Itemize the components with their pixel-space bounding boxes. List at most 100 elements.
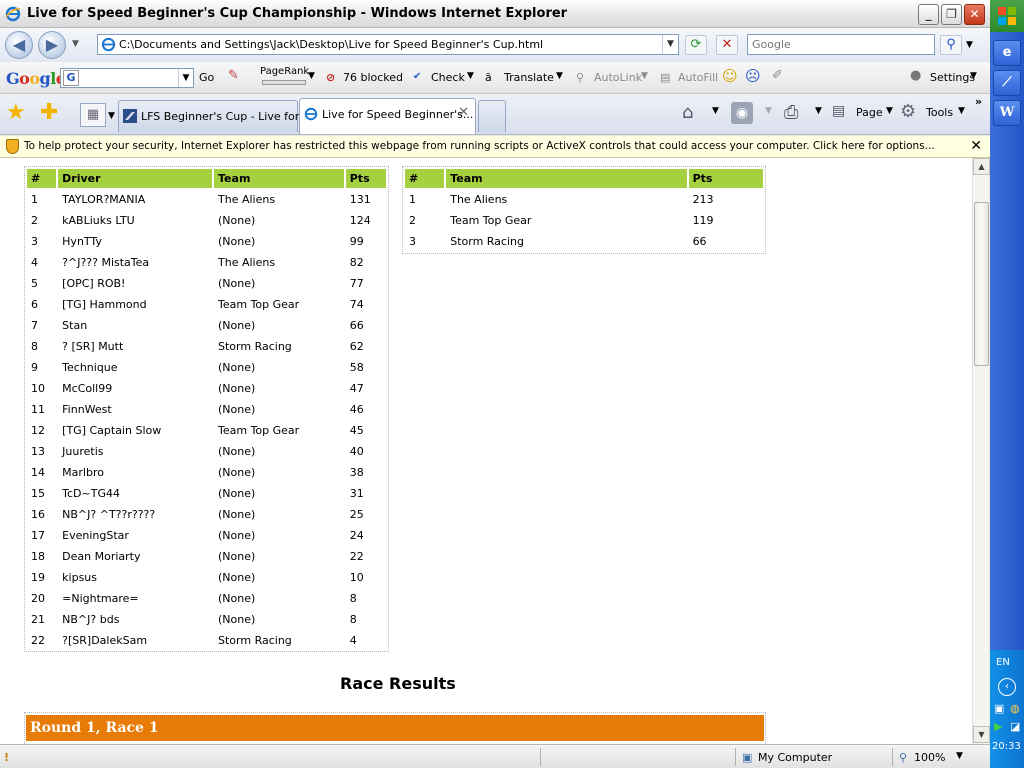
- settings-button[interactable]: Settings: [930, 71, 975, 84]
- address-dropdown-icon[interactable]: ▼: [662, 35, 678, 54]
- points-cell: 66: [349, 319, 364, 332]
- highlight-icon[interactable]: ✐: [772, 68, 783, 83]
- points-cell: 4: [349, 634, 357, 647]
- google-go-button[interactable]: Go: [199, 71, 214, 84]
- autolink-dropdown-icon[interactable]: ▼: [641, 71, 648, 81]
- points-cell: 38: [349, 466, 364, 479]
- rank-cell: 1: [31, 193, 38, 206]
- google-logo[interactable]: Google: [6, 69, 66, 88]
- scrollbar-thumb[interactable]: [974, 202, 989, 366]
- check-dropdown-icon[interactable]: ▼: [467, 71, 474, 81]
- print-icon[interactable]: ⎙: [784, 102, 798, 123]
- pagerank-label[interactable]: PageRank: [260, 66, 309, 77]
- quick-tabs-button[interactable]: ▦: [80, 103, 106, 127]
- team-cell: The Aliens: [218, 193, 276, 206]
- search-input[interactable]: [748, 35, 928, 54]
- pagerank-dropdown-icon[interactable]: ▼: [308, 71, 315, 81]
- zoom-level[interactable]: 100%: [914, 751, 945, 764]
- infobar-close-icon[interactable]: ✕: [970, 138, 982, 154]
- driver-cell: Dean Moriarty: [62, 550, 141, 563]
- title-bar: Live for Speed Beginner's Cup Championsh…: [0, 0, 990, 28]
- rank-cell: 2: [31, 214, 38, 227]
- google-search-input[interactable]: G ▼: [60, 68, 194, 88]
- home-icon[interactable]: ⌂: [682, 102, 693, 123]
- safely-remove-icon[interactable]: ◪: [1010, 720, 1020, 733]
- language-indicator[interactable]: EN: [996, 657, 1010, 668]
- team-cell: The Aliens: [218, 256, 276, 269]
- tray-expand-icon[interactable]: ‹: [998, 678, 1016, 696]
- taskbar-word-button[interactable]: W: [993, 100, 1021, 126]
- media-play-icon[interactable]: ▶: [994, 720, 1002, 733]
- translate-button[interactable]: Translate: [504, 71, 554, 84]
- bookmark-icon[interactable]: ✎: [228, 68, 239, 83]
- search-box[interactable]: [747, 34, 935, 55]
- table-row: 21 NB^J? bds (None) 8: [27, 610, 386, 629]
- back-button[interactable]: ◀: [5, 31, 33, 59]
- system-clock[interactable]: 20:33: [992, 741, 1021, 752]
- rank-cell: 1: [409, 193, 416, 206]
- zoom-dropdown-icon[interactable]: ▼: [956, 751, 963, 761]
- tab-live-for-speed-beginners[interactable]: Live for Speed Beginner's... ✕: [299, 98, 476, 134]
- scroll-down-icon[interactable]: ▼: [973, 726, 990, 743]
- security-message[interactable]: To help protect your security, Internet …: [24, 140, 935, 152]
- spellcheck-icon: ✔: [413, 71, 422, 82]
- add-favorites-icon[interactable]: ✚: [40, 102, 58, 124]
- driver-cell: ?^J??? MistaTea: [62, 256, 150, 269]
- security-info-bar[interactable]: To help protect your security, Internet …: [0, 136, 990, 158]
- google-search-dropdown-icon[interactable]: ▼: [178, 69, 193, 87]
- autolink-button[interactable]: AutoLink: [594, 71, 642, 84]
- autofill-button[interactable]: AutoFill: [678, 71, 718, 84]
- points-cell: 24: [349, 529, 364, 542]
- points-cell: 58: [349, 361, 364, 374]
- check-button[interactable]: Check: [431, 71, 465, 84]
- print-dropdown-icon[interactable]: ▼: [815, 106, 822, 116]
- minimize-button[interactable]: _: [918, 4, 939, 25]
- taskbar-ie-button[interactable]: e: [993, 40, 1021, 66]
- table-header-row: # Driver Team Pts: [27, 169, 386, 188]
- vote-sad-icon[interactable]: ☹: [745, 67, 761, 85]
- favorites-star-icon[interactable]: ★: [6, 102, 26, 124]
- new-tab-button[interactable]: [478, 100, 506, 132]
- rank-cell: 9: [31, 361, 38, 374]
- tray-app-icon[interactable]: ◍: [1010, 702, 1020, 715]
- toolbar-overflow-icon[interactable]: »: [975, 95, 982, 108]
- popup-blocked-count[interactable]: 76 blocked: [343, 71, 403, 84]
- refresh-button[interactable]: ⟳: [685, 35, 707, 55]
- history-dropdown-icon[interactable]: ▼: [72, 39, 79, 49]
- feeds-dropdown-icon[interactable]: ▼: [765, 106, 772, 116]
- rank-cell: 21: [31, 613, 45, 626]
- forward-button[interactable]: ▶: [38, 31, 66, 59]
- team-standings-panel: # Team Pts 1 The Aliens 213 2 Team Top Gear 1…: [402, 166, 766, 254]
- maximize-button[interactable]: ❐: [941, 4, 962, 25]
- taskbar-lfs-button[interactable]: ⟋: [993, 70, 1021, 96]
- team-cell: (None): [218, 445, 256, 458]
- tab-list-dropdown-icon[interactable]: ▼: [108, 111, 115, 121]
- status-bar: ! ▣ My Computer ⚲ 100% ▼: [0, 744, 990, 768]
- tools-menu-button[interactable]: Tools: [926, 106, 953, 119]
- network-icon[interactable]: ▣: [994, 702, 1004, 715]
- search-button[interactable]: ⚲: [940, 35, 962, 55]
- close-button[interactable]: ✕: [964, 4, 985, 25]
- team-cell: (None): [218, 592, 256, 605]
- tab-close-icon[interactable]: ✕: [458, 105, 469, 120]
- address-input[interactable]: C:\Documents and Settings\Jack\Desktop\L…: [97, 34, 679, 55]
- tools-dropdown-icon[interactable]: ▼: [958, 106, 965, 116]
- page-menu-button[interactable]: Page: [856, 106, 883, 119]
- search-options-icon[interactable]: ▼: [966, 40, 973, 50]
- scroll-up-icon[interactable]: ▲: [973, 158, 990, 175]
- rank-cell: 4: [31, 256, 38, 269]
- settings-dropdown-icon[interactable]: ▼: [970, 71, 977, 81]
- rank-cell: 2: [409, 214, 416, 227]
- page-dropdown-icon[interactable]: ▼: [886, 106, 893, 116]
- vertical-scrollbar[interactable]: ▲ ▼: [972, 158, 990, 744]
- vote-happy-icon[interactable]: ☺: [722, 67, 738, 85]
- table-row: 14 Marlbro (None) 38: [27, 463, 386, 482]
- table-row: 5 [OPC] ROB! (None) 77: [27, 274, 386, 293]
- translate-dropdown-icon[interactable]: ▼: [556, 71, 563, 81]
- tab-lfs-beginners-cup[interactable]: LFS Beginner's Cup - Live for ...: [118, 100, 313, 132]
- home-dropdown-icon[interactable]: ▼: [712, 106, 719, 116]
- status-separator: [540, 748, 541, 766]
- start-button[interactable]: [990, 0, 1024, 32]
- stop-button[interactable]: ✕: [716, 35, 738, 55]
- feeds-icon[interactable]: ◉: [731, 102, 753, 124]
